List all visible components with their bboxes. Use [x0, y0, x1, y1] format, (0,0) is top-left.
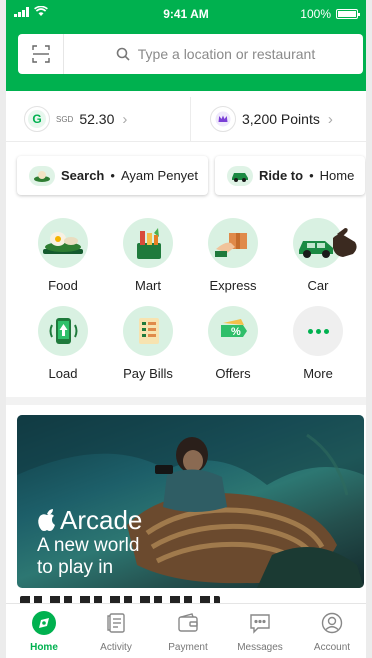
service-label: Offers: [215, 366, 251, 381]
service-express[interactable]: Express: [190, 218, 276, 293]
service-car[interactable]: Car: [275, 218, 361, 293]
currency-code: SGD: [56, 114, 74, 124]
activity-icon: [80, 610, 152, 636]
crown-icon: [210, 106, 236, 132]
apple-logo-icon: [38, 509, 55, 531]
nav-account[interactable]: Account: [296, 610, 366, 653]
service-label: Load: [48, 366, 78, 381]
service-pay-bills[interactable]: Pay Bills: [105, 306, 191, 381]
arcade-banner[interactable]: Arcade A new world to play in: [17, 415, 364, 588]
rewards-points[interactable]: 3,200 Points ›: [210, 105, 333, 133]
chevron-right-icon: ›: [327, 110, 333, 128]
nav-label: Account: [313, 642, 351, 653]
home-icon: [8, 610, 80, 636]
search-bar: Type a location or restaurant: [18, 34, 363, 74]
phone-screen: 9:41 AM 100% Type a location or restaura…: [6, 0, 366, 658]
service-load[interactable]: Load: [20, 306, 106, 381]
points-label: 3,200 Points: [242, 111, 320, 127]
shortcut-action: Ride to: [259, 168, 304, 183]
service-label: Car: [307, 278, 329, 293]
wallet-divider: [190, 97, 191, 142]
service-offers[interactable]: % Offers: [190, 306, 276, 381]
shortcut-separator: •: [309, 168, 314, 183]
car-mini-icon: [227, 165, 253, 186]
service-label: Mart: [135, 278, 161, 293]
nav-payment[interactable]: Payment: [152, 610, 224, 653]
ride-shortcut[interactable]: Ride to • Home: [215, 156, 365, 195]
wallet-row: G SGD 52.30 › 3,200 Points ›: [6, 97, 366, 142]
account-icon: [296, 610, 366, 636]
mart-icon: [123, 218, 173, 268]
shortcut-separator: •: [110, 168, 115, 183]
shortcut-action: Search: [61, 168, 105, 183]
section-divider: [6, 397, 366, 405]
battery-percent: 100%: [300, 7, 331, 21]
more-icon: [293, 306, 343, 356]
svg-text:%: %: [231, 326, 241, 338]
nav-activity[interactable]: Activity: [80, 610, 152, 653]
messages-icon: [224, 610, 296, 636]
food-icon: [38, 218, 88, 268]
banner-text: Arcade A new world to play in: [37, 505, 142, 579]
status-bar: 9:41 AM 100%: [6, 0, 366, 26]
arcade-title: Arcade: [37, 505, 142, 535]
arcade-brand: Arcade: [60, 505, 143, 535]
service-label: Express: [209, 278, 257, 293]
food-dish-icon: [29, 165, 55, 186]
battery-icon: [336, 9, 360, 19]
nav-home[interactable]: Home: [8, 610, 80, 653]
service-label: Food: [48, 278, 78, 293]
service-label: Pay Bills: [123, 366, 173, 381]
service-food[interactable]: Food: [20, 218, 106, 293]
service-more[interactable]: More: [275, 306, 361, 381]
search-input[interactable]: Type a location or restaurant: [78, 34, 353, 74]
scan-icon: [31, 45, 50, 63]
nav-messages[interactable]: Messages: [224, 610, 296, 653]
search-icon: [116, 47, 130, 61]
battery-status: 100%: [300, 7, 360, 21]
service-mart[interactable]: Mart: [105, 218, 191, 293]
grabpay-balance[interactable]: G SGD 52.30 ›: [24, 105, 127, 133]
scan-button[interactable]: [18, 34, 64, 74]
nav-label: Activity: [100, 642, 132, 653]
banner-line-1: A new world: [37, 535, 140, 556]
nav-label: Payment: [168, 642, 208, 653]
shortcut-target: Home: [319, 168, 355, 183]
offers-icon: %: [208, 306, 258, 356]
nav-label: Messages: [237, 642, 283, 653]
payment-icon: [152, 610, 224, 636]
grabpay-logo-icon: G: [24, 106, 50, 132]
chevron-right-icon: ›: [122, 110, 128, 128]
load-icon: [38, 306, 88, 356]
search-shortcut[interactable]: Search • Ayam Penyet: [17, 156, 208, 195]
bottom-nav: Home Activity Payment Messages Account: [6, 603, 366, 658]
nav-label: Home: [30, 642, 58, 653]
banner-line-2: to play in: [37, 557, 114, 578]
search-placeholder: Type a location or restaurant: [137, 46, 316, 62]
car-icon: [293, 218, 357, 268]
shortcut-target: Ayam Penyet: [120, 168, 199, 183]
pay-bills-icon: [123, 306, 173, 356]
service-label: More: [303, 366, 333, 381]
balance-amount: 52.30: [79, 111, 115, 127]
express-icon: [208, 218, 258, 268]
